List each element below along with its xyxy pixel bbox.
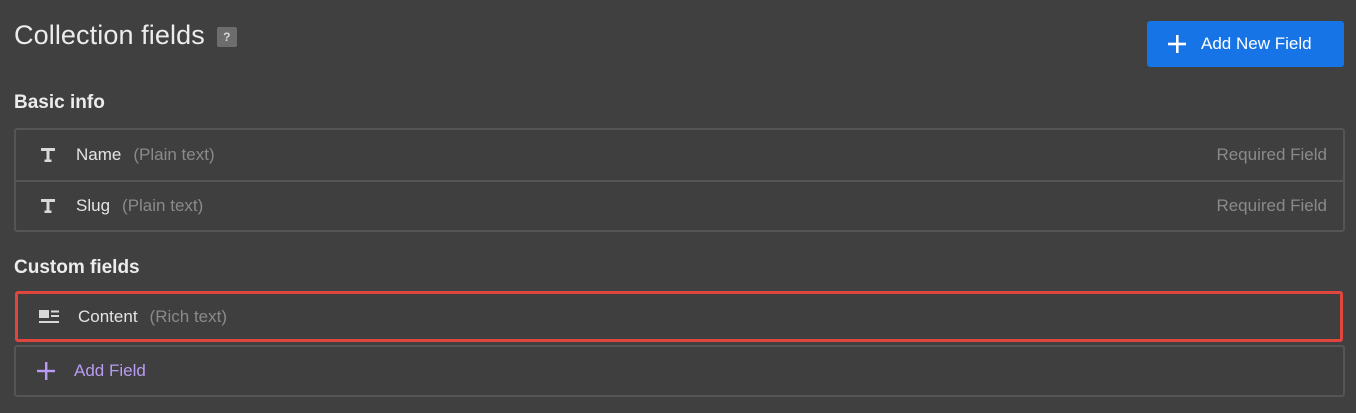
field-row-slug[interactable]: Slug (Plain text) Required Field [16,180,1343,230]
field-name: Name [76,145,122,164]
add-new-field-label: Add New Field [1201,34,1312,53]
field-type: (Plain text) [133,145,215,164]
field-row-name[interactable]: Name (Plain text) Required Field [16,130,1343,180]
plus-icon [36,361,58,381]
section-heading-custom-fields: Custom fields [14,257,140,278]
page-title: Collection fields [14,20,205,50]
header: Collection fields ? [14,20,237,51]
field-name: Content [78,306,138,326]
required-field-note: Required Field [1216,196,1327,215]
add-field-label: Add Field [74,361,146,380]
field-type: (Rich text) [149,306,228,326]
rich-text-icon [39,309,61,325]
field-name: Slug [76,196,111,215]
plus-icon [1167,34,1187,54]
required-field-note: Required Field [1216,145,1327,164]
add-new-field-button[interactable]: Add New Field [1147,21,1344,67]
basic-fields-list: Name (Plain text) Required Field Slug (P… [14,128,1345,232]
text-type-icon [38,198,58,214]
field-row-content[interactable]: Content (Rich text) [15,291,1343,342]
add-field-button[interactable]: Add Field [16,347,1343,395]
collection-fields-panel: Collection fields ? Add New Field Basic … [0,0,1356,413]
add-field-container: Add Field [14,345,1345,397]
help-icon[interactable]: ? [216,27,237,47]
section-heading-basic-info: Basic info [14,92,105,113]
text-type-icon [38,147,58,163]
field-type: (Plain text) [122,196,204,215]
